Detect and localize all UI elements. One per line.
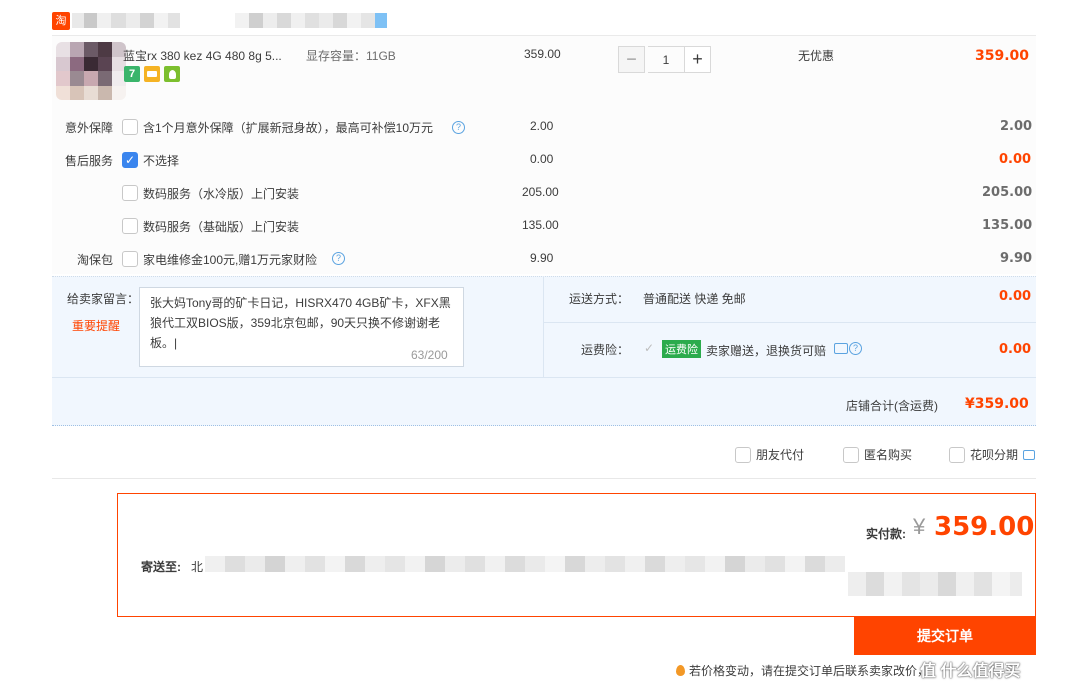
taobaobao-price: 9.90 (530, 251, 554, 265)
shipping-method-price: 0.00 (999, 289, 1032, 304)
aftersale-basic-total: 135.00 (982, 218, 1033, 233)
card-icon[interactable] (144, 66, 160, 82)
aftersale-basic-option: 数码服务（基础版）上门安装 (143, 220, 300, 234)
shipping-divider (544, 322, 1036, 323)
price-change-notice-text: 若价格变动，请在提交订单后联系卖家改价， (689, 664, 930, 678)
submit-order-button[interactable]: 提交订单 (854, 617, 1036, 655)
aftersale-basic-price: 135.00 (522, 218, 559, 232)
accident-help-icon[interactable]: ? (452, 121, 465, 134)
aftersale-water-cooling-option: 数码服务（水冷版）上门安装 (143, 187, 300, 201)
item-spec: 显存容量：11GB (306, 49, 396, 63)
freight-insurance-badge: 运费险 (662, 340, 701, 358)
total-divider (52, 377, 1036, 378)
shop-name-redacted (72, 13, 180, 28)
friend-pay-label: 朋友代付 (756, 448, 805, 462)
taobaobao-option: 家电维修金100元,赠1万元家财险 (143, 253, 318, 267)
payment-amount: 359.00 (934, 512, 1035, 542)
important-reminder-link[interactable]: 重要提醒 (72, 317, 120, 334)
item-discount: 无优惠 (798, 49, 835, 63)
shop-logo-icon: 淘 (52, 12, 70, 30)
shipping-method-value[interactable]: 普通配送 快递 免邮 (643, 290, 746, 307)
aftersale-none-price: 0.00 (530, 152, 554, 166)
seven-day-return-icon[interactable]: 7 (124, 66, 140, 82)
accident-total: 2.00 (1000, 119, 1033, 134)
huabei-chat-icon[interactable] (1023, 449, 1036, 460)
freight-insurance-check-icon: ✓ (644, 341, 655, 355)
aftersale-water-cooling-total: 205.00 (982, 185, 1033, 200)
aftersale-none-option: 不选择 (143, 154, 180, 168)
accident-protection-label: 意外保障 (64, 121, 113, 135)
address-redacted-2 (848, 572, 1022, 596)
anonymous-option[interactable]: 匿名购买 (843, 446, 912, 463)
taobaobao-label: 淘保包 (76, 253, 113, 267)
item-badges: 7 (124, 66, 180, 82)
freight-insurance-price: 0.00 (999, 342, 1032, 357)
address-prefix: 北 (191, 560, 204, 574)
quantity-input[interactable]: 1 (648, 46, 684, 73)
aftersale-label: 售后服务 (64, 154, 113, 168)
freight-help-icon[interactable]: ? (849, 342, 862, 355)
quantity-stepper: − 1 + (618, 46, 711, 73)
leaf-icon[interactable] (164, 66, 180, 82)
increase-quantity-button[interactable]: + (684, 46, 711, 73)
item-subtotal: 359.00 (975, 48, 1030, 64)
store-total-label: 店铺合计(含运费) (846, 399, 938, 413)
anonymous-checkbox[interactable] (843, 446, 859, 463)
item-thumbnail[interactable] (56, 42, 126, 100)
accident-protection-option: 含1个月意外保障（扩展新冠身故），最高可补偿10万元 (143, 121, 434, 135)
huabei-option[interactable]: 花呗分期 (949, 446, 1036, 463)
address-label: 寄送至: (141, 560, 181, 574)
payment-summary-box (117, 493, 1036, 617)
huabei-label: 花呗分期 (970, 448, 1019, 462)
panel-divider (543, 276, 544, 377)
accident-price: 2.00 (530, 119, 554, 133)
options-divider (52, 478, 1036, 479)
aftersale-none-total: 0.00 (999, 152, 1032, 167)
price-change-notice: 若价格变动，请在提交订单后联系卖家改价， (676, 662, 929, 679)
payment-label: 实付款: (866, 527, 906, 541)
location-pin-icon (676, 665, 685, 676)
chat-icon[interactable] (834, 343, 848, 354)
item-unit-price: 359.00 (524, 47, 561, 61)
message-label: 给卖家留言： (67, 292, 140, 306)
taobaobao-help-icon[interactable]: ? (332, 252, 345, 265)
decrease-quantity-button[interactable]: − (618, 46, 645, 73)
message-char-count: 63/200 (411, 348, 448, 362)
item-row (52, 35, 1036, 101)
shipping-method-label: 运送方式： (569, 292, 630, 306)
shop-name-redacted-2 (235, 13, 387, 28)
taobaobao-total: 9.90 (1000, 251, 1033, 266)
aftersale-basic-checkbox[interactable] (122, 218, 138, 234)
payment-currency: ¥ (913, 514, 926, 539)
accident-protection-checkbox[interactable] (122, 119, 138, 135)
taobaobao-checkbox[interactable] (122, 251, 138, 267)
friend-pay-option[interactable]: 朋友代付 (735, 446, 804, 463)
friend-pay-checkbox[interactable] (735, 446, 751, 463)
freight-insurance-label: 运费险： (581, 343, 630, 357)
anonymous-label: 匿名购买 (864, 448, 913, 462)
watermark-logo: 值 什么值得买 (920, 663, 1021, 680)
aftersale-water-cooling-checkbox[interactable] (122, 185, 138, 201)
freight-insurance-text: 卖家赠送，退换货可赔 (706, 344, 827, 358)
aftersale-water-cooling-price: 205.00 (522, 185, 559, 199)
store-total-value: ¥359.00 (965, 396, 1029, 412)
item-title-link[interactable]: 蓝宝rx 380 kez 4G 480 8g 5... (123, 47, 282, 64)
huabei-checkbox[interactable] (949, 446, 965, 463)
aftersale-none-checkbox[interactable]: ✓ (122, 152, 138, 168)
address-redacted (205, 556, 845, 572)
